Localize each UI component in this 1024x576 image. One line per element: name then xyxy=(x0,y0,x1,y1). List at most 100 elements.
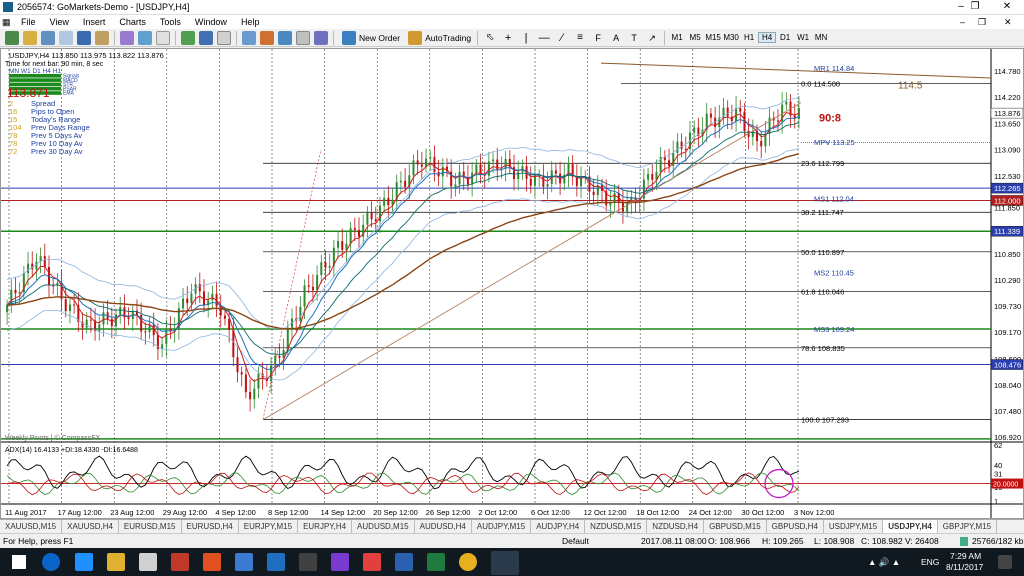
candle-body xyxy=(651,173,654,180)
child-restore-button[interactable]: ❐ xyxy=(978,15,986,29)
zoom-out-icon[interactable] xyxy=(278,30,292,45)
cursor-icon[interactable]: ⬁ xyxy=(483,31,497,45)
calculator-icon[interactable] xyxy=(139,553,157,571)
menu-window[interactable]: Window xyxy=(188,15,234,29)
chart-tab[interactable]: GBPJPY,M15 xyxy=(938,520,998,533)
chart-templates-icon[interactable] xyxy=(199,30,213,45)
onenote-icon[interactable] xyxy=(331,553,349,571)
data-window-icon[interactable] xyxy=(59,30,73,45)
crosshair-icon[interactable] xyxy=(260,30,274,45)
menu-file[interactable]: File xyxy=(14,15,43,29)
chart-tab[interactable]: NZDUSD,H4 xyxy=(647,520,705,533)
notifications-icon[interactable] xyxy=(998,555,1012,569)
tray-date[interactable]: 8/11/2017 xyxy=(946,562,983,572)
close-button[interactable]: ✕ xyxy=(992,0,1022,15)
chart-tab[interactable]: XAUUSD,H4 xyxy=(62,520,119,533)
candle-body xyxy=(303,285,306,307)
cortana-icon[interactable] xyxy=(42,553,60,571)
chart-tab[interactable]: GBPUSD,M15 xyxy=(704,520,767,533)
chart-shift-icon[interactable] xyxy=(314,30,328,45)
arrows-icon[interactable]: ↗ xyxy=(645,31,659,45)
crosshair-tool-icon[interactable]: + xyxy=(501,31,515,45)
child-close-button[interactable]: ✕ xyxy=(1004,15,1012,29)
chart-tab[interactable]: AUDUSD,M15 xyxy=(352,520,415,533)
menu-tools[interactable]: Tools xyxy=(153,15,188,29)
store-icon[interactable] xyxy=(267,553,285,571)
terminal-icon[interactable] xyxy=(95,30,109,45)
vertical-line-icon[interactable]: | xyxy=(519,31,533,45)
tile-windows-icon[interactable] xyxy=(296,30,310,45)
tf-w1[interactable]: W1 xyxy=(794,33,812,42)
tray-language[interactable]: ENG xyxy=(921,557,939,567)
navigator-icon[interactable] xyxy=(77,30,91,45)
chart-tab[interactable]: USDJPY,M15 xyxy=(824,520,884,533)
edge-icon[interactable] xyxy=(75,553,93,571)
menu-charts[interactable]: Charts xyxy=(112,15,153,29)
defender-icon[interactable] xyxy=(235,553,253,571)
chart-tab[interactable]: AUDJPY,M15 xyxy=(472,520,532,533)
tf-m15[interactable]: M15 xyxy=(704,33,722,42)
maximize-button[interactable]: ❐ xyxy=(960,0,990,15)
clock-icon[interactable] xyxy=(138,30,152,45)
candle-body xyxy=(110,318,113,327)
options-icon[interactable] xyxy=(156,30,170,45)
menu-view[interactable]: View xyxy=(43,15,76,29)
tray-icons[interactable]: ▲ 🔊 ▲ xyxy=(868,557,900,568)
app-k-icon[interactable] xyxy=(171,553,189,571)
text-tool-icon[interactable]: A xyxy=(609,31,623,45)
label-tool-icon[interactable]: T xyxy=(627,31,641,45)
periods-icon[interactable] xyxy=(217,30,231,45)
new-chart-icon[interactable] xyxy=(5,30,19,45)
file-explorer-icon[interactable] xyxy=(107,553,125,571)
chart-tab[interactable]: EURUSD,H4 xyxy=(182,520,239,533)
chrome-icon[interactable] xyxy=(459,553,477,571)
trendline-icon[interactable]: ∕ xyxy=(555,31,569,45)
tf-m5[interactable]: M5 xyxy=(686,33,704,42)
tf-h1[interactable]: H1 xyxy=(740,33,758,42)
chart-tab[interactable]: USDJPY,H4 xyxy=(883,520,938,533)
chart-tab[interactable]: EURUSD,M15 xyxy=(119,520,182,533)
excel-icon[interactable] xyxy=(427,553,445,571)
start-icon[interactable] xyxy=(12,555,26,569)
menu-insert[interactable]: Insert xyxy=(76,15,113,29)
app-dark-icon[interactable] xyxy=(299,553,317,571)
chart-tab[interactable]: GBPUSD,H4 xyxy=(767,520,824,533)
price-axis-label: 110.290 xyxy=(994,276,1021,285)
chart-tab[interactable]: AUDUSD,H4 xyxy=(415,520,472,533)
chart-tab[interactable]: EURJPY,H4 xyxy=(298,520,353,533)
tf-m30[interactable]: M30 xyxy=(722,33,740,42)
child-minimize-button[interactable]: – xyxy=(960,15,965,29)
metatrader-icon[interactable] xyxy=(491,551,519,575)
time-axis-label: 24 Oct 12:00 xyxy=(689,508,732,517)
autotrading-button[interactable]: AutoTrading xyxy=(406,30,471,45)
tf-mn[interactable]: MN xyxy=(812,33,830,42)
zoom-in-icon[interactable] xyxy=(242,30,256,45)
word-icon[interactable] xyxy=(395,553,413,571)
paint-icon[interactable] xyxy=(203,553,221,571)
tf-m1[interactable]: M1 xyxy=(668,33,686,42)
candle-body xyxy=(429,156,432,159)
horizontal-line-icon[interactable]: — xyxy=(537,31,551,45)
profiles-icon[interactable] xyxy=(23,30,37,45)
chart-window[interactable]: 114.780 114.220 113.650 113.090 112.530 111.8… xyxy=(0,48,1024,519)
fibonacci-icon[interactable]: F xyxy=(591,31,605,45)
candle-body xyxy=(785,101,788,105)
tf-d1[interactable]: D1 xyxy=(776,33,794,42)
indicators-icon[interactable] xyxy=(181,30,195,45)
chart-tab[interactable]: EURJPY,M15 xyxy=(239,520,299,533)
new-order-button[interactable]: New Order xyxy=(340,30,400,45)
chart-tab[interactable]: XAUUSD,M15 xyxy=(0,520,63,533)
tf-h4[interactable]: H4 xyxy=(758,32,777,43)
chart-tab[interactable]: AUDJPY,H4 xyxy=(531,520,586,533)
price-chart[interactable]: 114.780114.220113.650113.090112.530111.8… xyxy=(1,49,1023,518)
chart-window-icon[interactable]: ▦ xyxy=(0,15,14,29)
menu-help[interactable]: Help xyxy=(234,15,267,29)
level-label: 0.0 114.508 xyxy=(801,80,840,89)
strategy-tester-icon[interactable] xyxy=(120,30,134,45)
tray-time[interactable]: 7:29 AM xyxy=(950,551,981,561)
channel-icon[interactable]: ≡ xyxy=(573,31,587,45)
price-axis-label: 112.530 xyxy=(994,172,1021,181)
chart-tab[interactable]: NZDUSD,M15 xyxy=(585,520,648,533)
chart-app-icon[interactable] xyxy=(363,553,381,571)
market-watch-icon[interactable] xyxy=(41,30,55,45)
